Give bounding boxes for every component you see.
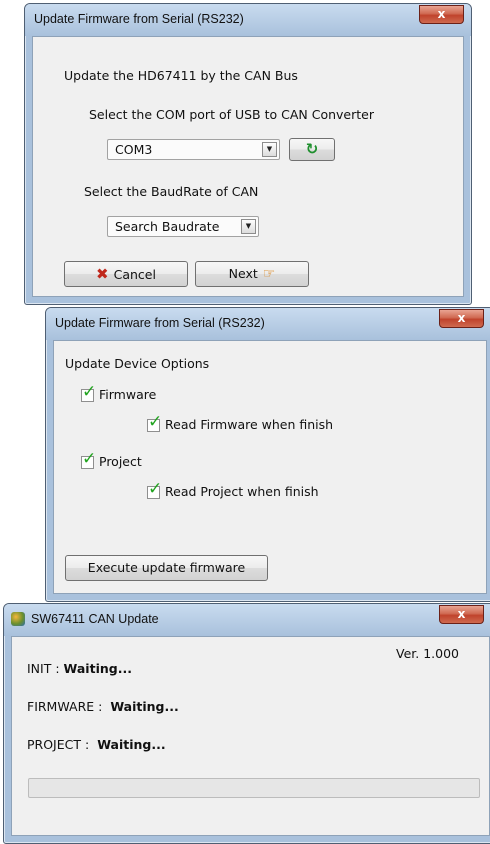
checkmark-icon: ✓ <box>148 412 163 432</box>
checkmark-icon: ✓ <box>82 382 97 402</box>
read-firmware-option-label: Read Firmware when finish <box>165 417 334 432</box>
execute-update-button[interactable]: Execute update firmware <box>65 555 268 581</box>
dialog-heading: Update the HD67411 by the CAN Bus <box>64 68 298 83</box>
baudrate-label: Select the BaudRate of CAN <box>84 184 259 199</box>
chevron-down-icon[interactable]: ▼ <box>262 142 277 157</box>
com-port-select[interactable]: COM3 ▼ <box>107 139 280 160</box>
next-button[interactable]: Next ☞ <box>195 261 309 287</box>
window-title: Update Firmware from Serial (RS232) <box>55 316 265 330</box>
firmware-option-label: Firmware <box>99 387 157 402</box>
title-bar[interactable]: Update Firmware from Serial (RS232) x <box>46 308 490 340</box>
firmware-label: FIRMWARE : <box>27 699 103 714</box>
checkmark-icon: ✓ <box>148 479 163 499</box>
read-project-checkbox[interactable]: ✓ <box>147 479 162 499</box>
com-port-dialog: Update Firmware from Serial (RS232) x Up… <box>24 3 472 305</box>
cancel-label: Cancel <box>113 267 156 282</box>
init-status: Waiting... <box>63 661 132 676</box>
app-icon <box>11 612 25 626</box>
update-options-dialog: Update Firmware from Serial (RS232) x Up… <box>45 307 490 602</box>
title-bar[interactable]: Update Firmware from Serial (RS232) x <box>25 4 471 36</box>
pointing-hand-icon: ☞ <box>262 266 276 282</box>
close-button[interactable]: x <box>439 605 484 624</box>
close-button[interactable]: x <box>439 309 484 328</box>
version-label: Ver. 1.000 <box>396 646 459 661</box>
firmware-status-line: FIRMWARE : Waiting... <box>27 699 179 714</box>
cancel-x-icon: ✖ <box>96 265 109 283</box>
refresh-icon: ↻ <box>305 140 319 158</box>
project-label: PROJECT : <box>27 737 90 752</box>
next-label: Next <box>228 266 258 281</box>
com-port-value: COM3 <box>115 142 153 157</box>
com-port-label: Select the COM port of USB to CAN Conver… <box>89 107 374 122</box>
firmware-checkbox[interactable]: ✓ <box>81 382 96 402</box>
window-title: Update Firmware from Serial (RS232) <box>34 12 244 26</box>
can-update-window: SW67411 CAN Update x Ver. 1.000 INIT : W… <box>3 603 490 844</box>
update-progress-bar <box>28 778 480 798</box>
window-title: SW67411 CAN Update <box>31 612 159 626</box>
project-option-label: Project <box>99 454 142 469</box>
project-status: Waiting... <box>97 737 166 752</box>
chevron-down-icon[interactable]: ▼ <box>241 219 256 234</box>
checkmark-icon: ✓ <box>82 449 97 469</box>
options-heading: Update Device Options <box>65 356 210 371</box>
project-checkbox[interactable]: ✓ <box>81 449 96 469</box>
init-label: INIT : <box>27 661 60 676</box>
cancel-button[interactable]: ✖ Cancel <box>64 261 188 287</box>
firmware-status: Waiting... <box>110 699 179 714</box>
dialog-body: Update Device Options ✓ Firmware ✓ Read … <box>53 340 487 594</box>
baudrate-select[interactable]: Search Baudrate ▼ <box>107 216 259 237</box>
read-firmware-checkbox[interactable]: ✓ <box>147 412 162 432</box>
close-button[interactable]: x <box>419 5 464 24</box>
status-panel: Ver. 1.000 INIT : Waiting... FIRMWARE : … <box>11 636 490 836</box>
read-project-option-label: Read Project when finish <box>165 484 319 499</box>
refresh-ports-button[interactable]: ↻ <box>289 138 335 161</box>
project-status-line: PROJECT : Waiting... <box>27 737 166 752</box>
baudrate-value: Search Baudrate <box>115 219 220 234</box>
title-bar[interactable]: SW67411 CAN Update x <box>4 604 490 636</box>
dialog-body: Update the HD67411 by the CAN Bus Select… <box>32 36 464 297</box>
init-status-line: INIT : Waiting... <box>27 661 132 676</box>
